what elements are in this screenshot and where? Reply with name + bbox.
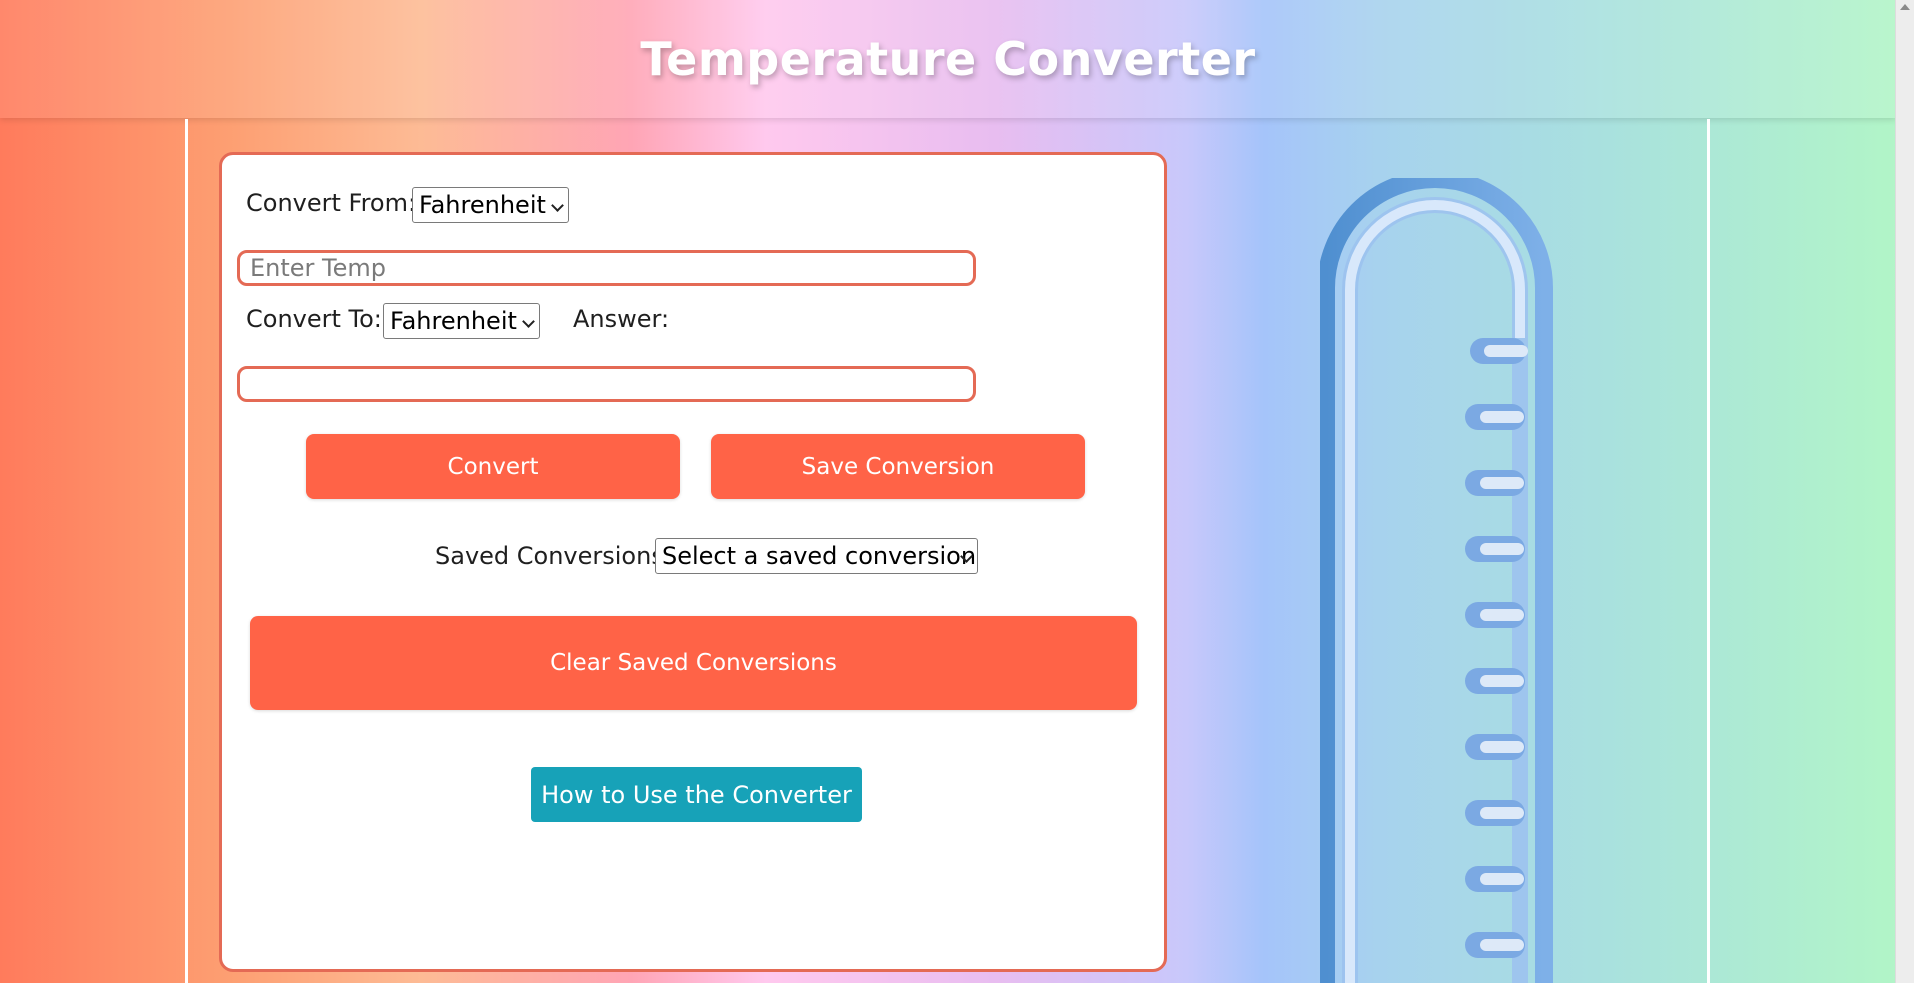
convert-from-select[interactable]: Fahrenheit: [412, 187, 569, 223]
convert-from-value: Fahrenheit: [419, 191, 546, 219]
header-bar: Temperature Converter: [0, 0, 1896, 118]
convert-from-label: Convert From:: [246, 189, 417, 217]
page-title: Temperature Converter: [640, 32, 1256, 86]
scroll-up-icon[interactable]: [1900, 4, 1910, 10]
convert-button[interactable]: Convert: [306, 434, 680, 499]
answer-label: Answer:: [573, 305, 670, 333]
save-conversion-button[interactable]: Save Conversion: [711, 434, 1085, 499]
thermometer-icon: [1320, 178, 1553, 983]
vertical-scrollbar[interactable]: [1895, 0, 1914, 983]
convert-to-value: Fahrenheit: [390, 307, 517, 335]
clear-saved-conversions-button[interactable]: Clear Saved Conversions: [250, 616, 1137, 710]
temperature-input[interactable]: [237, 250, 976, 286]
answer-output[interactable]: [237, 366, 976, 402]
converter-card: Convert From: Fahrenheit Convert To: Fah…: [219, 152, 1167, 972]
saved-conversions-select[interactable]: Select a saved conversion: [655, 538, 978, 574]
convert-to-select[interactable]: Fahrenheit: [383, 303, 540, 339]
saved-conversions-value: Select a saved conversion: [662, 542, 977, 570]
saved-conversions-label: Saved Conversions:: [435, 542, 672, 570]
chevron-down-icon: [522, 315, 535, 328]
right-divider: [1707, 119, 1710, 983]
chevron-down-icon: [551, 199, 564, 212]
how-to-use-button[interactable]: How to Use the Converter: [531, 767, 862, 822]
convert-to-label: Convert To:: [246, 305, 382, 333]
left-divider: [185, 119, 188, 983]
